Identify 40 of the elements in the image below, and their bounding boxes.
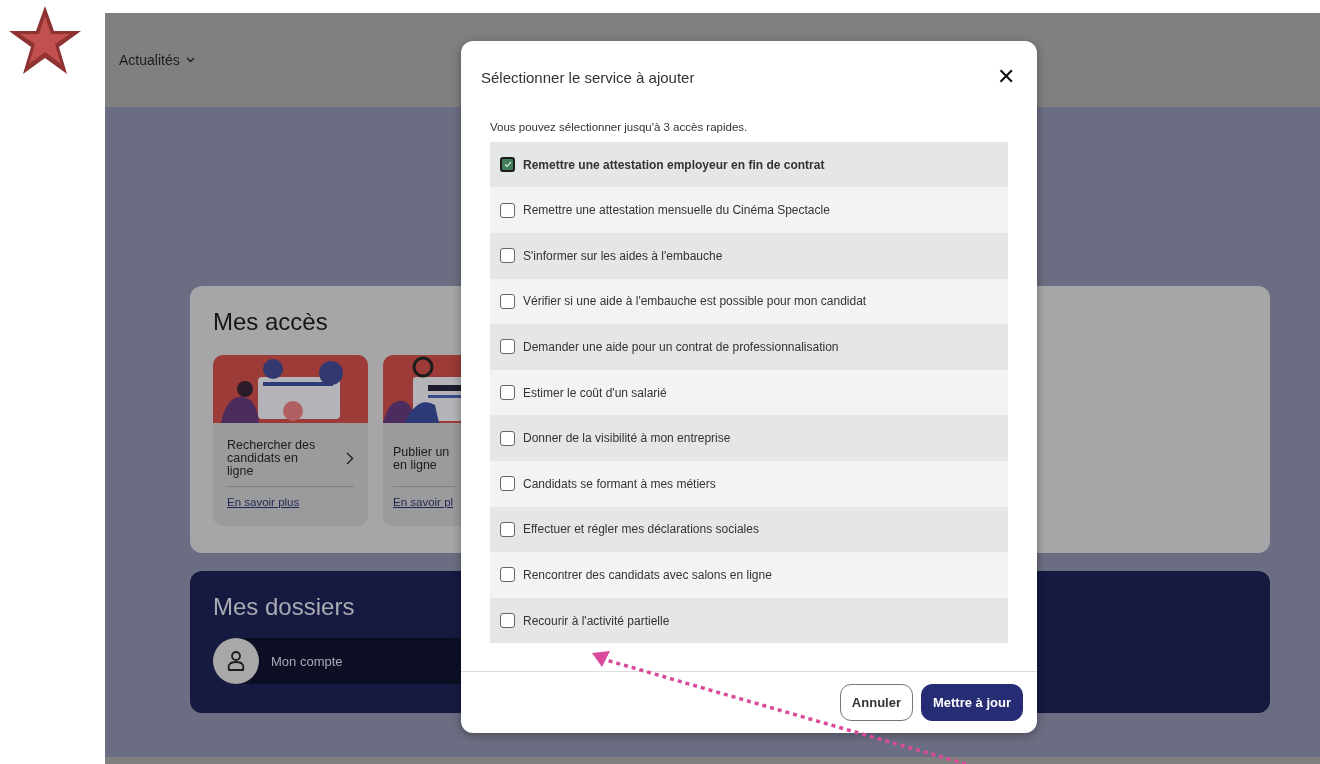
checkbox[interactable]	[500, 567, 515, 583]
option-label[interactable]: Candidats se formant à mes métiers	[523, 476, 716, 491]
cancel-button[interactable]: Annuler	[839, 684, 913, 722]
option-label[interactable]: Effectuer et régler mes déclarations sociales	[523, 522, 759, 537]
learn-more-link[interactable]: En savoir plus	[227, 496, 300, 508]
update-button[interactable]: Mettre à jour	[921, 684, 1023, 722]
option-label[interactable]: Remettre une attestation employeur en fin de contrat	[523, 157, 825, 172]
chevron-down-icon	[185, 57, 195, 63]
option-label[interactable]: Demander une aide pour un contrat de professionnalisation	[523, 339, 839, 354]
option-label[interactable]: S'informer sur les aides à l'embauche	[523, 248, 723, 263]
account-row[interactable]: Mon compte	[213, 638, 461, 684]
checkbox[interactable]	[500, 248, 515, 264]
option-label[interactable]: Estimer le coût d'un salarié	[523, 385, 667, 400]
service-card[interactable]: Rechercher des candidats en ligne En savoir plus	[213, 355, 368, 526]
option-label[interactable]: Donner de la visibilité à mon entreprise	[523, 431, 731, 446]
checkbox[interactable]	[500, 385, 515, 401]
section-title: Mes dossiers	[213, 593, 355, 621]
option-label[interactable]: Remettre une attestation mensuelle du Cinéma Spectacle	[523, 203, 830, 218]
nav-menu-item[interactable]: Actualités	[119, 52, 195, 68]
card-title: Publier un en ligne	[393, 445, 450, 472]
learn-more-link[interactable]: En savoir pl	[393, 496, 454, 508]
checkbox[interactable]	[500, 157, 515, 173]
checkbox[interactable]	[500, 613, 515, 628]
checkbox[interactable]	[500, 339, 515, 355]
row-label: Mon compte	[271, 653, 343, 669]
option-label[interactable]: Rencontrer des candidats avec salons en ligne	[523, 567, 772, 582]
section-title: Mes accès	[213, 308, 328, 336]
checkbox[interactable]	[500, 293, 515, 309]
dialog-title: Sélectionner le service à ajouter	[481, 68, 695, 86]
option-label[interactable]: Recourir à l'activité partielle	[523, 613, 670, 628]
checkbox[interactable]	[500, 430, 515, 446]
close-button[interactable]: ✕	[993, 66, 1019, 89]
checkbox[interactable]	[500, 521, 515, 537]
instruction-text: Vous pouvez sélectionner jusqu'à 3 accès rapides.	[490, 120, 749, 133]
checkbox[interactable]	[500, 202, 515, 218]
card-title: Rechercher des candidats en ligne	[227, 439, 316, 478]
checkmark-icon	[503, 161, 512, 169]
service-card[interactable]: Publier un en ligne En savoir pl	[383, 355, 461, 526]
avatar-icon	[213, 638, 259, 684]
checkbox[interactable]	[500, 476, 515, 492]
